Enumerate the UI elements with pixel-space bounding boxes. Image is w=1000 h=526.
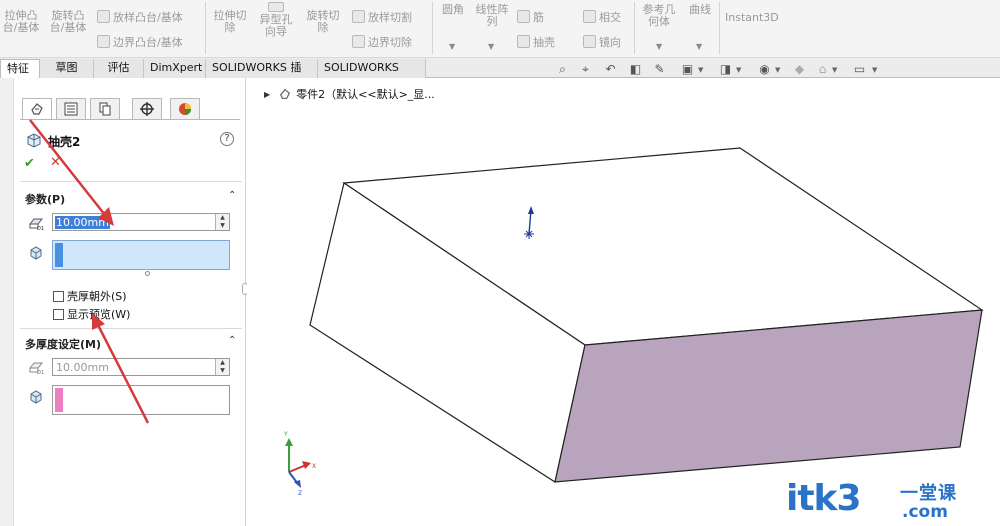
svg-text:Z: Z — [298, 490, 302, 497]
annotation-arrows — [29, 119, 150, 424]
model-canvas: Y X Z — [29, 119, 984, 497]
watermark-logo: itk3 — [786, 478, 862, 519]
svg-text:X: X — [312, 463, 316, 470]
watermark-domain: .com — [902, 502, 948, 522]
reference-triad-icon: Y X Z — [283, 431, 316, 497]
svg-text:Y: Y — [283, 431, 288, 438]
